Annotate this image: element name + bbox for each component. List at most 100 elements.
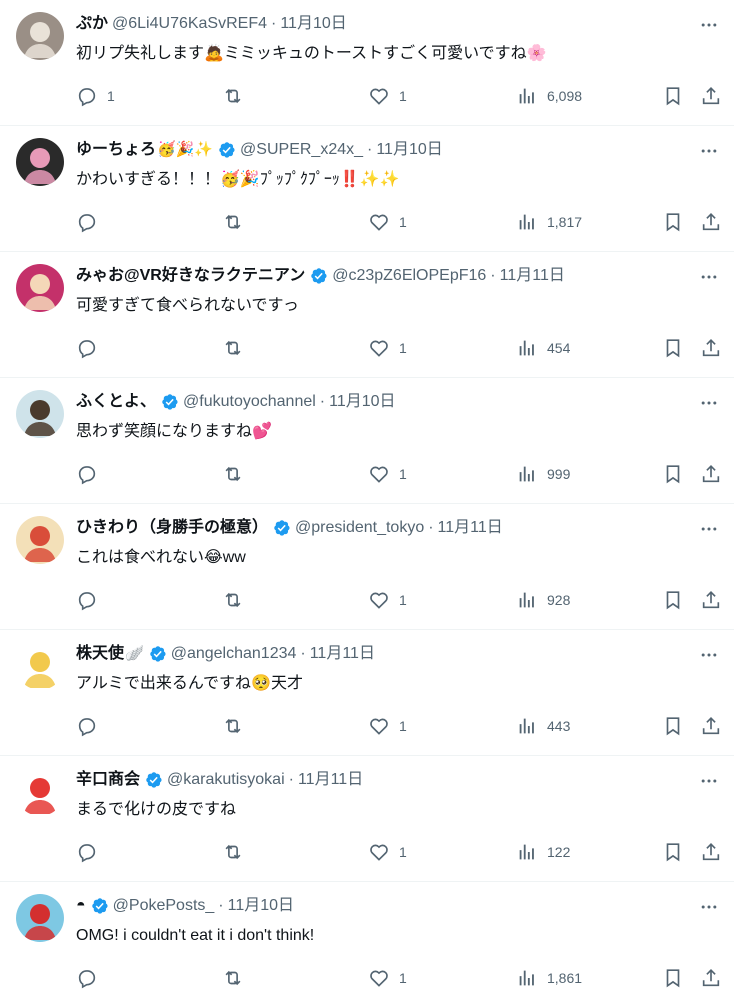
tweet[interactable]: ふくとよ、 @fukutoyochannel · 11月10日 思わず笑顔になり… xyxy=(0,378,734,504)
display-name[interactable]: ◓ xyxy=(76,896,86,916)
display-name[interactable]: ひきわり（身勝手の極意） xyxy=(76,518,268,538)
verified-badge-icon xyxy=(216,140,236,160)
display-name[interactable]: ふくとよ、 xyxy=(76,392,156,412)
retweet-button[interactable] xyxy=(222,714,253,738)
display-name[interactable]: 辛口商会 xyxy=(76,770,140,790)
share-button[interactable] xyxy=(700,840,722,864)
share-button[interactable] xyxy=(700,84,722,108)
reply-button[interactable] xyxy=(76,210,107,234)
reply-button[interactable] xyxy=(76,588,107,612)
share-button[interactable] xyxy=(700,588,722,612)
like-button[interactable]: 1 xyxy=(368,462,407,486)
tweet[interactable]: ひきわり（身勝手の極意） @president_tokyo · 11月11日 こ… xyxy=(0,504,734,630)
reply-button[interactable] xyxy=(76,714,107,738)
bookmark-button[interactable] xyxy=(662,966,684,990)
display-name[interactable]: みゃお@VR好きなラクテニアン xyxy=(76,266,305,286)
bookmark-button[interactable] xyxy=(662,84,684,108)
share-button[interactable] xyxy=(700,462,722,486)
user-handle[interactable]: @karakutisyokai xyxy=(167,770,285,790)
like-button[interactable]: 1 xyxy=(368,336,407,360)
share-button[interactable] xyxy=(700,714,722,738)
user-handle[interactable]: @PokePosts_ xyxy=(113,896,215,916)
user-handle[interactable]: @fukutoyochannel xyxy=(183,392,316,412)
more-options-icon[interactable] xyxy=(696,516,722,542)
more-options-icon[interactable] xyxy=(696,768,722,794)
more-options-icon[interactable] xyxy=(696,894,722,920)
more-options-icon[interactable] xyxy=(696,12,722,38)
views-button[interactable]: 6,098 xyxy=(516,84,582,108)
tweet-date[interactable]: 11月11日 xyxy=(500,266,565,286)
avatar[interactable] xyxy=(16,768,64,816)
tweet-date[interactable]: 11月10日 xyxy=(329,392,395,412)
tweet[interactable]: 辛口商会 @karakutisyokai · 11月11日 まるで化けの皮ですね xyxy=(0,756,734,882)
retweet-button[interactable] xyxy=(222,462,253,486)
retweet-button[interactable] xyxy=(222,966,253,990)
more-options-icon[interactable] xyxy=(696,138,722,164)
avatar[interactable] xyxy=(16,264,64,312)
like-button[interactable]: 1 xyxy=(368,840,407,864)
like-button[interactable]: 1 xyxy=(368,84,407,108)
avatar[interactable] xyxy=(16,12,64,60)
bookmark-button[interactable] xyxy=(662,462,684,486)
retweet-button[interactable] xyxy=(222,336,253,360)
views-button[interactable]: 443 xyxy=(516,714,570,738)
bookmark-button[interactable] xyxy=(662,210,684,234)
retweet-button[interactable] xyxy=(222,84,253,108)
user-handle[interactable]: @c23pZ6ElOPEpF16 xyxy=(332,266,486,286)
tweet-date[interactable]: 11月10日 xyxy=(280,14,346,34)
bookmark-button[interactable] xyxy=(662,336,684,360)
views-button[interactable]: 1,861 xyxy=(516,966,582,990)
display-name[interactable]: ぷか xyxy=(76,14,108,34)
reply-button[interactable] xyxy=(76,840,107,864)
tweet-date[interactable]: 11月10日 xyxy=(376,140,442,160)
views-button[interactable]: 454 xyxy=(516,336,570,360)
tweet-date[interactable]: 11月10日 xyxy=(228,896,294,916)
more-options-icon[interactable] xyxy=(696,390,722,416)
user-handle[interactable]: @SUPER_x24x_ xyxy=(240,140,363,160)
retweet-button[interactable] xyxy=(222,588,253,612)
tweet-date[interactable]: 11月11日 xyxy=(298,770,363,790)
share-button[interactable] xyxy=(700,210,722,234)
avatar[interactable] xyxy=(16,516,64,564)
tweet[interactable]: ぷか @6Li4U76KaSvREF4 · 11月10日 初リプ失礼します🙇ミミ… xyxy=(0,0,734,126)
tweet[interactable]: ゆーちょろ 🥳🎉✨ @SUPER_x24x_ · 11月10日 かわいすぎる！！… xyxy=(0,126,734,252)
retweet-button[interactable] xyxy=(222,210,253,234)
tweet[interactable]: みゃお@VR好きなラクテニアン @c23pZ6ElOPEpF16 · 11月11… xyxy=(0,252,734,378)
bookmark-button[interactable] xyxy=(662,840,684,864)
like-button[interactable]: 1 xyxy=(368,714,407,738)
like-button[interactable]: 1 xyxy=(368,966,407,990)
reply-button[interactable] xyxy=(76,966,107,990)
reply-button[interactable]: 1 xyxy=(76,84,115,108)
user-handle[interactable]: @angelchan1234 xyxy=(171,644,297,664)
views-button[interactable]: 122 xyxy=(516,840,570,864)
like-button[interactable]: 1 xyxy=(368,210,407,234)
tweet-date[interactable]: 11月11日 xyxy=(310,644,375,664)
views-button[interactable]: 928 xyxy=(516,588,570,612)
views-button[interactable]: 999 xyxy=(516,462,570,486)
tweet-header: ふくとよ、 @fukutoyochannel · 11月10日 xyxy=(76,392,684,412)
user-handle[interactable]: @6Li4U76KaSvREF4 xyxy=(112,14,267,34)
bookmark-button[interactable] xyxy=(662,714,684,738)
views-button[interactable]: 1,817 xyxy=(516,210,582,234)
avatar[interactable] xyxy=(16,894,64,942)
user-handle[interactable]: @president_tokyo xyxy=(295,518,424,538)
reply-button[interactable] xyxy=(76,462,107,486)
display-name[interactable]: ゆーちょろ xyxy=(76,140,156,160)
views-count: 1,861 xyxy=(547,970,583,986)
avatar[interactable] xyxy=(16,642,64,690)
tweet[interactable]: 株天使 🪽 @angelchan1234 · 11月11日 アルミで出来るんです… xyxy=(0,630,734,756)
display-name[interactable]: 株天使 xyxy=(76,644,124,664)
share-icon xyxy=(702,213,720,231)
share-button[interactable] xyxy=(700,336,722,360)
avatar[interactable] xyxy=(16,390,64,438)
retweet-button[interactable] xyxy=(222,840,253,864)
tweet-date[interactable]: 11月11日 xyxy=(438,518,503,538)
more-options-icon[interactable] xyxy=(696,642,722,668)
share-button[interactable] xyxy=(700,966,722,990)
like-button[interactable]: 1 xyxy=(368,588,407,612)
bookmark-button[interactable] xyxy=(662,588,684,612)
tweet[interactable]: ◓ @PokePosts_ · 11月10日 OMG! i couldn't e… xyxy=(0,882,734,1003)
more-options-icon[interactable] xyxy=(696,264,722,290)
reply-button[interactable] xyxy=(76,336,107,360)
avatar[interactable] xyxy=(16,138,64,186)
